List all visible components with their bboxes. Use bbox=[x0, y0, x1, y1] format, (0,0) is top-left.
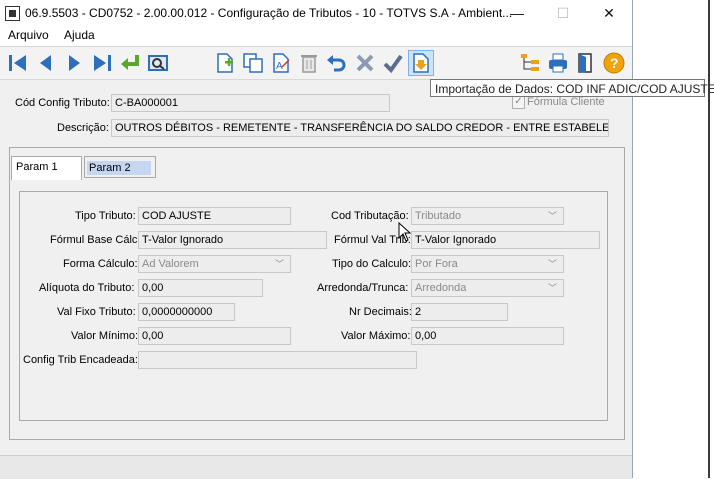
goto-icon[interactable] bbox=[118, 51, 142, 75]
cod-tributacao-label: Cod Tributação: bbox=[331, 210, 409, 222]
save-icon[interactable] bbox=[381, 51, 405, 75]
help-icon[interactable]: ? bbox=[602, 51, 626, 75]
status-strip bbox=[0, 455, 632, 479]
prev-icon[interactable] bbox=[34, 51, 58, 75]
undo-icon[interactable] bbox=[325, 51, 349, 75]
print-icon[interactable] bbox=[546, 51, 570, 75]
new-icon[interactable] bbox=[213, 51, 237, 75]
valor-maximo-label: Valor Máximo: bbox=[341, 330, 411, 342]
cod-config-label: Cód Config Tributo: bbox=[15, 97, 110, 109]
last-icon[interactable] bbox=[90, 51, 114, 75]
next-icon[interactable] bbox=[62, 51, 86, 75]
forma-calculo-value: Ad Valorem bbox=[142, 258, 199, 270]
menu-bar: Arquivo Ajuda bbox=[0, 26, 632, 46]
tipo-tributo-field[interactable]: COD AJUSTE bbox=[138, 207, 291, 225]
copy-icon[interactable] bbox=[241, 51, 265, 75]
chevron-down-icon: ﹀ bbox=[274, 259, 284, 269]
forma-calculo-select[interactable]: Ad Valorem ﹀ bbox=[138, 255, 291, 273]
config-encadeada-label: Config Trib Encadeada: bbox=[23, 354, 138, 366]
cancel-icon[interactable] bbox=[353, 51, 377, 75]
exit-icon[interactable] bbox=[574, 51, 598, 75]
tipo-calculo-value: Por Fora bbox=[415, 258, 458, 270]
import-icon[interactable] bbox=[408, 50, 434, 76]
nr-decimais-field[interactable]: 2 bbox=[411, 303, 508, 321]
delete-icon[interactable] bbox=[297, 51, 321, 75]
menu-ajuda[interactable]: Ajuda bbox=[64, 28, 95, 42]
mouse-cursor-icon bbox=[398, 222, 412, 242]
form-base-field[interactable]: T-Valor Ignorado bbox=[138, 231, 327, 249]
form-val-field[interactable]: T-Valor Ignorado bbox=[411, 231, 600, 249]
import-tooltip: Importação de Dados: COD INF ADIC/COD AJ… bbox=[430, 79, 714, 97]
tipo-calculo-select[interactable]: Por Fora ﹀ bbox=[411, 255, 564, 273]
val-fixo-field[interactable]: 0,0000000000 bbox=[138, 303, 235, 321]
first-icon[interactable] bbox=[6, 51, 30, 75]
tab-param-2[interactable]: Param 2 bbox=[84, 156, 156, 178]
cod-config-field[interactable]: C-BA000001 bbox=[111, 94, 390, 112]
tab-param-1[interactable]: Param 1 bbox=[11, 156, 82, 180]
window-title: 06.9.5503 - CD0752 - 2.00.00.012 - Confi… bbox=[25, 6, 513, 20]
chevron-down-icon: ﹀ bbox=[547, 259, 557, 269]
svg-text:?: ? bbox=[610, 55, 619, 71]
val-fixo-label: Val Fixo Tributo: bbox=[57, 306, 136, 318]
arredonda-value: Arredonda bbox=[415, 282, 467, 294]
window-edge bbox=[708, 0, 710, 478]
nr-decimais-label: Nr Decimais: bbox=[349, 306, 412, 318]
aliquota-field[interactable]: 0,00 bbox=[138, 279, 263, 297]
chevron-down-icon: ﹀ bbox=[547, 283, 557, 293]
tree-icon[interactable] bbox=[518, 51, 542, 75]
descricao-field[interactable]: OUTROS DÉBITOS - REMETENTE - TRANSFERÊNC… bbox=[111, 119, 609, 137]
close-button[interactable]: ✕ bbox=[586, 0, 632, 26]
menu-arquivo[interactable]: Arquivo bbox=[8, 28, 49, 42]
valor-minimo-label: Valor Mínimo: bbox=[71, 330, 139, 342]
maximize-button[interactable]: ☐ bbox=[540, 0, 586, 26]
arredonda-select[interactable]: Arredonda ﹀ bbox=[411, 279, 564, 297]
form-base-label: Fórmul Base Cálc: bbox=[50, 234, 141, 246]
valor-maximo-field[interactable]: 0,00 bbox=[411, 327, 564, 345]
config-encadeada-field[interactable] bbox=[138, 351, 417, 369]
descricao-label: Descrição: bbox=[57, 122, 109, 134]
tipo-calculo-label: Tipo do Calculo: bbox=[332, 258, 412, 270]
toolbar: A ? bbox=[0, 46, 632, 80]
chevron-down-icon: ﹀ bbox=[547, 211, 557, 221]
minimize-button[interactable]: — bbox=[494, 0, 540, 26]
cod-tributacao-select[interactable]: Tributado ﹀ bbox=[411, 207, 564, 225]
valor-minimo-field[interactable]: 0,00 bbox=[138, 327, 291, 345]
title-bar: 06.9.5503 - CD0752 - 2.00.00.012 - Confi… bbox=[0, 0, 632, 26]
main-window: 06.9.5503 - CD0752 - 2.00.00.012 - Confi… bbox=[0, 0, 633, 479]
aliquota-label: Alíquota do Tributo: bbox=[39, 282, 135, 294]
tab-param-2-label: Param 2 bbox=[87, 161, 151, 175]
tipo-tributo-label: Tipo Tributo: bbox=[75, 210, 136, 222]
forma-calculo-label: Forma Cálculo: bbox=[63, 258, 138, 270]
edit-icon[interactable]: A bbox=[269, 51, 293, 75]
search-icon[interactable] bbox=[146, 51, 170, 75]
cod-tributacao-value: Tributado bbox=[415, 210, 462, 222]
arredonda-label: Arredonda/Trunca: bbox=[317, 282, 409, 294]
app-icon bbox=[5, 6, 20, 21]
